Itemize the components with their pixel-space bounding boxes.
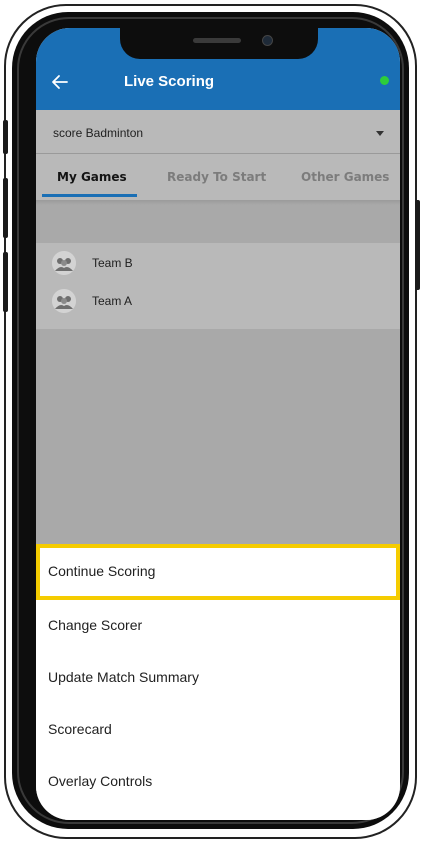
volume-down-button: [3, 252, 8, 312]
team-name: Team A: [92, 294, 133, 308]
volume-up-button: [3, 178, 8, 238]
page-title: Live Scoring: [124, 73, 215, 90]
bottom-sheet-menu: Continue Scoring Change Scorer Update Ma…: [36, 544, 400, 820]
tab-ready-to-start[interactable]: Ready To Start: [167, 170, 266, 184]
menu-item-scorecard[interactable]: Scorecard: [36, 704, 400, 756]
sport-select[interactable]: score Badminton: [36, 110, 400, 154]
team-name: Team B: [92, 256, 133, 270]
live-status-dot: [380, 76, 389, 85]
front-camera: [262, 35, 273, 46]
menu-item-label: Update Match Summary: [48, 669, 199, 685]
team-row: Team B: [36, 245, 400, 281]
active-tab-indicator: [42, 194, 137, 197]
mute-switch: [3, 120, 8, 154]
menu-item-update-match-summary[interactable]: Update Match Summary: [36, 652, 400, 704]
menu-item-label: Change Scorer: [48, 617, 143, 633]
chevron-down-icon: [376, 131, 384, 136]
menu-item-change-scorer[interactable]: Change Scorer: [36, 600, 400, 652]
menu-item-label: Scorecard: [48, 721, 112, 737]
menu-item-overlay-controls[interactable]: Overlay Controls: [36, 756, 400, 808]
menu-item-label: Overlay Controls: [48, 773, 153, 789]
phone-notch: [120, 28, 318, 59]
tab-my-games[interactable]: My Games: [57, 170, 127, 184]
tab-other-games[interactable]: Other Games: [301, 170, 389, 184]
menu-item-continue-scoring[interactable]: Continue Scoring: [36, 544, 400, 600]
team-avatar-icon: [52, 289, 76, 313]
team-row: Team A: [36, 283, 400, 319]
highlight-outline: [36, 544, 400, 600]
speaker-grille: [193, 38, 241, 43]
game-card[interactable]: Team B Team A: [36, 243, 400, 329]
team-avatar-icon: [52, 251, 76, 275]
phone-screen: Live Scoring score Badminton My Games Re…: [36, 28, 400, 820]
sport-select-value: score Badminton: [53, 126, 144, 140]
list-spacer: [36, 205, 400, 243]
arrow-left-icon[interactable]: [50, 72, 70, 92]
tab-bar: My Games Ready To Start Other Games: [36, 154, 400, 200]
power-button: [415, 200, 420, 290]
